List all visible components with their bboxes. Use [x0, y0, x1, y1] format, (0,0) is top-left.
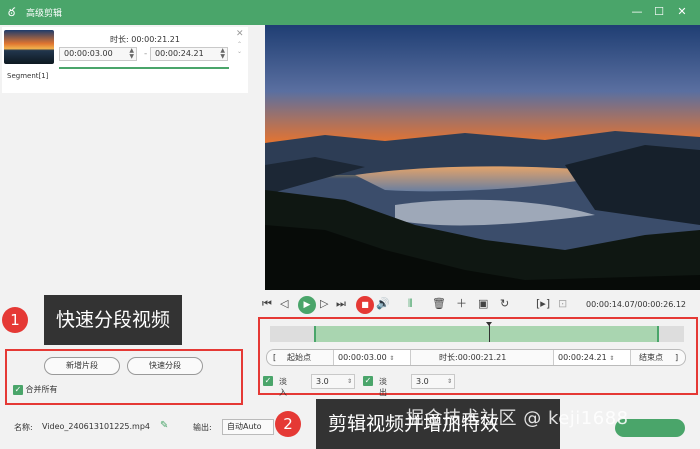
- copy-icon[interactable]: ▣: [478, 295, 488, 313]
- maximize-button[interactable]: ☐: [649, 3, 669, 21]
- fade-out-label: 淡出: [379, 377, 387, 397]
- merge-all-checkbox[interactable]: ✓: [13, 384, 23, 395]
- video-preview[interactable]: [265, 25, 700, 290]
- fade-in-label: 淡入: [279, 377, 287, 397]
- stop-button[interactable]: ■: [356, 296, 374, 314]
- reorder-icon[interactable]: ⌃ ⌄: [237, 41, 242, 55]
- start-time-input[interactable]: 00:00:03.00 ⇕: [333, 350, 411, 365]
- video-frame-image: [265, 25, 700, 290]
- fade-in-input[interactable]: 3.0 ⇕: [311, 374, 355, 389]
- set-in-point-icon[interactable]: [▸]: [536, 295, 550, 313]
- file-name: Video_240613101225.mp4: [42, 422, 150, 431]
- fade-out-input[interactable]: 3.0 ⇕: [411, 374, 455, 389]
- time-separator: -: [144, 49, 148, 59]
- playback-timecode: 00:00:14.07/00:00:26.12: [586, 300, 686, 309]
- output-label: 输出:: [193, 423, 212, 432]
- play-button[interactable]: ▶: [298, 296, 316, 314]
- delete-icon[interactable]: 🗑: [432, 295, 446, 313]
- spinner-icon[interactable]: ⇕: [447, 375, 452, 388]
- spinner-icon[interactable]: ⇕: [389, 355, 394, 362]
- prev-frame-icon[interactable]: ◁: [280, 295, 288, 313]
- segment-progress-bar: [59, 67, 229, 69]
- new-segment-button[interactable]: 新增片段: [44, 357, 120, 375]
- rotate-icon[interactable]: ↻: [500, 295, 509, 313]
- fade-in-checkbox[interactable]: ✓: [263, 376, 273, 386]
- range-duration: 时长:00:00:21.21: [439, 353, 507, 362]
- volume-icon[interactable]: 🔊: [376, 295, 390, 313]
- edit-name-icon[interactable]: ✎: [160, 420, 168, 431]
- delete-segment-icon[interactable]: ✕: [236, 29, 244, 39]
- segment-label: Segment[1]: [7, 72, 49, 80]
- output-format-select[interactable]: 自动Auto: [222, 419, 274, 435]
- set-end-point-button[interactable]: 结束点: [639, 350, 663, 365]
- skip-start-icon[interactable]: ⏮: [262, 295, 272, 313]
- skip-end-icon[interactable]: ⏭: [336, 295, 346, 313]
- end-bracket: ]: [675, 353, 679, 362]
- minimize-button[interactable]: —: [627, 3, 647, 21]
- end-time-input[interactable]: 00:00:24.21 ⇕: [553, 350, 631, 365]
- quick-split-button[interactable]: 快速分段: [127, 357, 203, 375]
- callout-number-2: 2: [275, 411, 301, 437]
- set-start-point-button[interactable]: 起始点: [287, 350, 311, 365]
- snapshot-icon[interactable]: ⊡: [558, 295, 567, 313]
- spinner-icon[interactable]: ⇕: [347, 375, 352, 388]
- range-row: [ 起始点 00:00:03.00 ⇕ 时长:00:00:21.21 00:00…: [266, 349, 686, 366]
- callout-number-1: 1: [2, 307, 28, 333]
- segment-duration: 时长: 00:00:21.21: [110, 35, 180, 44]
- callout-1: 快速分段视频: [44, 295, 183, 345]
- add-icon[interactable]: ＋: [456, 295, 467, 313]
- playback-controls: ⏮ ◁ ▶ ▷ ⏭ ■ 🔊 ⫴ 🗑 ＋ ▣ ↻ [▸] ⊡ 00:00:14.0…: [258, 293, 700, 315]
- left-actions-highlight: [5, 349, 243, 405]
- spinner-icon[interactable]: ▲ ▼: [129, 48, 134, 60]
- next-frame-icon[interactable]: ▷: [320, 295, 328, 313]
- spinner-icon[interactable]: ⇕: [609, 355, 614, 362]
- file-name-label: 名称:: [14, 423, 33, 432]
- close-button[interactable]: ✕: [672, 3, 692, 21]
- window-title: 高级剪辑: [26, 9, 63, 19]
- segment-start-input[interactable]: 00:00:03.00 ▲ ▼: [59, 47, 137, 61]
- app-logo-icon: ఠ: [8, 5, 16, 19]
- start-bracket: [: [273, 353, 277, 362]
- title-bar: ఠ 高级剪辑 — ☐ ✕: [0, 0, 700, 25]
- watermark: 掘金技术社区 @ keji1688: [406, 408, 629, 429]
- merge-all-label: 合并所有: [25, 385, 58, 394]
- segment-card[interactable]: Segment[1] 时长: 00:00:21.21 00:00:03.00 ▲ ▼…: [2, 27, 248, 93]
- merge-all-option[interactable]: ✓ 合并所有: [13, 384, 58, 395]
- spinner-icon[interactable]: ▲ ▼: [220, 48, 225, 60]
- timeline-selection[interactable]: [313, 326, 660, 342]
- split-icon[interactable]: ⫴: [408, 295, 413, 313]
- segment-thumbnail[interactable]: [4, 30, 54, 64]
- segment-end-input[interactable]: 00:00:24.21 ▲ ▼: [150, 47, 228, 61]
- timeline-playhead[interactable]: [486, 322, 493, 342]
- timeline-track[interactable]: [270, 322, 684, 342]
- fade-out-checkbox[interactable]: ✓: [363, 376, 373, 386]
